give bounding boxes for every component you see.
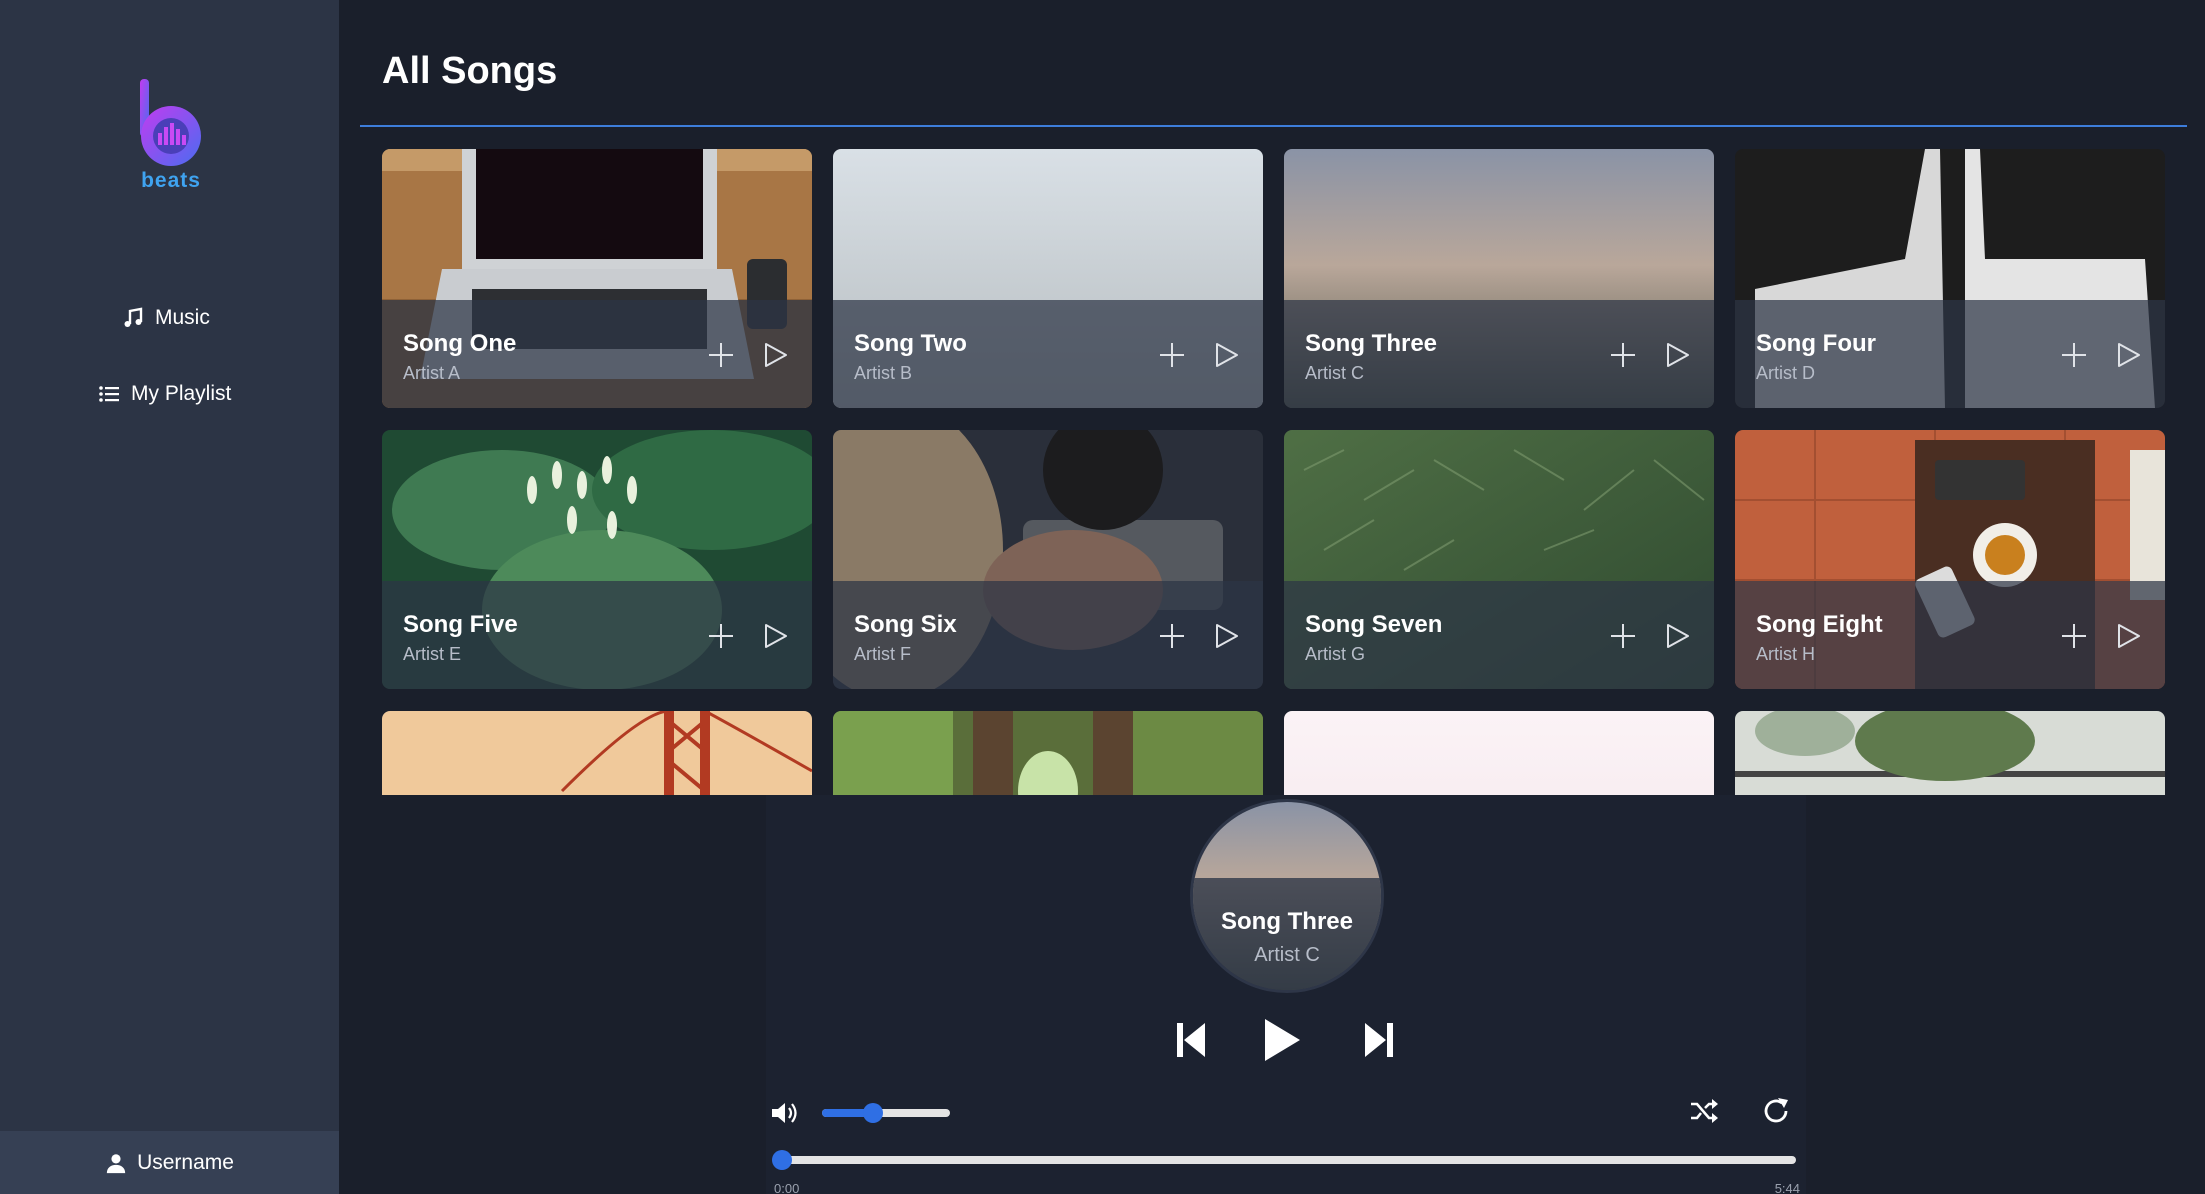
total-time: 5:44 (1774, 1181, 1800, 1194)
music-player: Song Three Artist C 0:00 5:44 (766, 795, 1806, 1194)
title-divider (360, 125, 2187, 127)
play-song-icon[interactable] (760, 340, 790, 370)
sidebar-item-music[interactable]: Music (121, 306, 210, 330)
song-title: Song One (403, 330, 517, 357)
song-artist: Artist D (1756, 363, 1816, 383)
album-art-forest-path (833, 711, 1263, 795)
shuffle-icon[interactable] (1688, 1095, 1720, 1127)
add-to-playlist-icon[interactable] (1608, 340, 1638, 370)
song-card[interactable]: Song One Artist A (382, 149, 812, 408)
song-card[interactable]: Song Eight Artist H (1735, 430, 2165, 689)
add-to-playlist-icon[interactable] (706, 340, 736, 370)
song-title: Song Two (854, 330, 967, 357)
sidebar: beats Music My Playlist Username (0, 0, 339, 1194)
song-card[interactable]: Song Three Artist C (1284, 149, 1714, 408)
song-title: Song Six (854, 611, 957, 638)
play-song-icon[interactable] (760, 621, 790, 651)
song-title: Song Four (1756, 330, 1876, 357)
volume-slider[interactable] (822, 1103, 950, 1123)
play-song-icon[interactable] (2113, 340, 2143, 370)
play-song-icon[interactable] (1211, 621, 1241, 651)
song-card[interactable] (833, 711, 1263, 795)
list-icon (99, 386, 119, 402)
add-to-playlist-icon[interactable] (1157, 340, 1187, 370)
song-card[interactable] (1284, 711, 1714, 795)
music-note-icon (124, 307, 143, 327)
skip-forward-icon (1365, 1023, 1393, 1057)
now-playing-artist: Artist C (1254, 944, 1320, 966)
song-title: Song Three (1305, 330, 1438, 357)
album-art-plant-window (1735, 711, 2165, 795)
add-to-playlist-icon[interactable] (2059, 621, 2089, 651)
song-card[interactable] (1735, 711, 2165, 795)
add-to-playlist-icon[interactable] (1157, 621, 1187, 651)
song-card[interactable]: Song Four Artist D (1735, 149, 2165, 408)
sidebar-item-my-playlist[interactable]: My Playlist (97, 382, 231, 406)
repeat-icon[interactable] (1760, 1095, 1792, 1127)
add-to-playlist-icon[interactable] (1608, 621, 1638, 651)
skip-back-icon (1177, 1023, 1205, 1057)
play-song-icon[interactable] (2113, 621, 2143, 651)
song-card[interactable]: Song Seven Artist G (1284, 430, 1714, 689)
elapsed-time: 0:00 (774, 1181, 800, 1194)
volume-icon[interactable] (770, 1098, 800, 1128)
page-title: All Songs (382, 50, 558, 92)
play-button[interactable] (1262, 1017, 1302, 1063)
sidebar-item-label: My Playlist (131, 382, 232, 405)
album-art-golden-gate-bridge (382, 711, 812, 795)
add-to-playlist-icon[interactable] (706, 621, 736, 651)
song-artist: Artist C (1305, 363, 1365, 383)
now-playing-title: Song Three (1220, 908, 1353, 935)
volume-handle[interactable] (863, 1103, 884, 1123)
song-artist: Artist B (854, 363, 913, 383)
now-playing-disc: Song Three Artist C (1190, 799, 1384, 993)
song-card[interactable]: Song Five Artist E (382, 430, 812, 689)
play-icon (1265, 1019, 1300, 1061)
song-card[interactable]: Song Two Artist B (833, 149, 1263, 408)
song-title: Song Eight (1756, 611, 1883, 638)
logo-text: beats (141, 169, 201, 192)
song-title: Song Five (403, 611, 518, 638)
progress-bar[interactable] (772, 1150, 1796, 1170)
play-song-icon[interactable] (1211, 340, 1241, 370)
user-icon (106, 1153, 126, 1173)
song-artist: Artist G (1305, 644, 1366, 664)
play-song-icon[interactable] (1662, 340, 1692, 370)
add-to-playlist-icon[interactable] (2059, 340, 2089, 370)
beats-logo[interactable]: beats (138, 77, 204, 195)
song-artist: Artist A (403, 363, 461, 383)
progress-handle[interactable] (772, 1150, 792, 1170)
beats-logo-icon (140, 79, 201, 166)
song-card[interactable]: Song Six Artist F (833, 430, 1263, 689)
album-art-pink-sky (1284, 711, 1714, 795)
user-menu[interactable]: Username (0, 1131, 339, 1194)
song-artist: Artist H (1756, 644, 1816, 664)
sidebar-item-label: Music (155, 306, 210, 329)
song-artist: Artist F (854, 644, 911, 664)
next-track-button[interactable] (1364, 1021, 1394, 1059)
previous-track-button[interactable] (1176, 1021, 1206, 1059)
song-artist: Artist E (403, 644, 462, 664)
username-label: Username (137, 1150, 234, 1174)
song-grid: Song One Artist A Song Two Artist B Song… (382, 149, 2167, 795)
play-song-icon[interactable] (1662, 621, 1692, 651)
song-title: Song Seven (1305, 611, 1443, 638)
song-card[interactable] (382, 711, 812, 795)
